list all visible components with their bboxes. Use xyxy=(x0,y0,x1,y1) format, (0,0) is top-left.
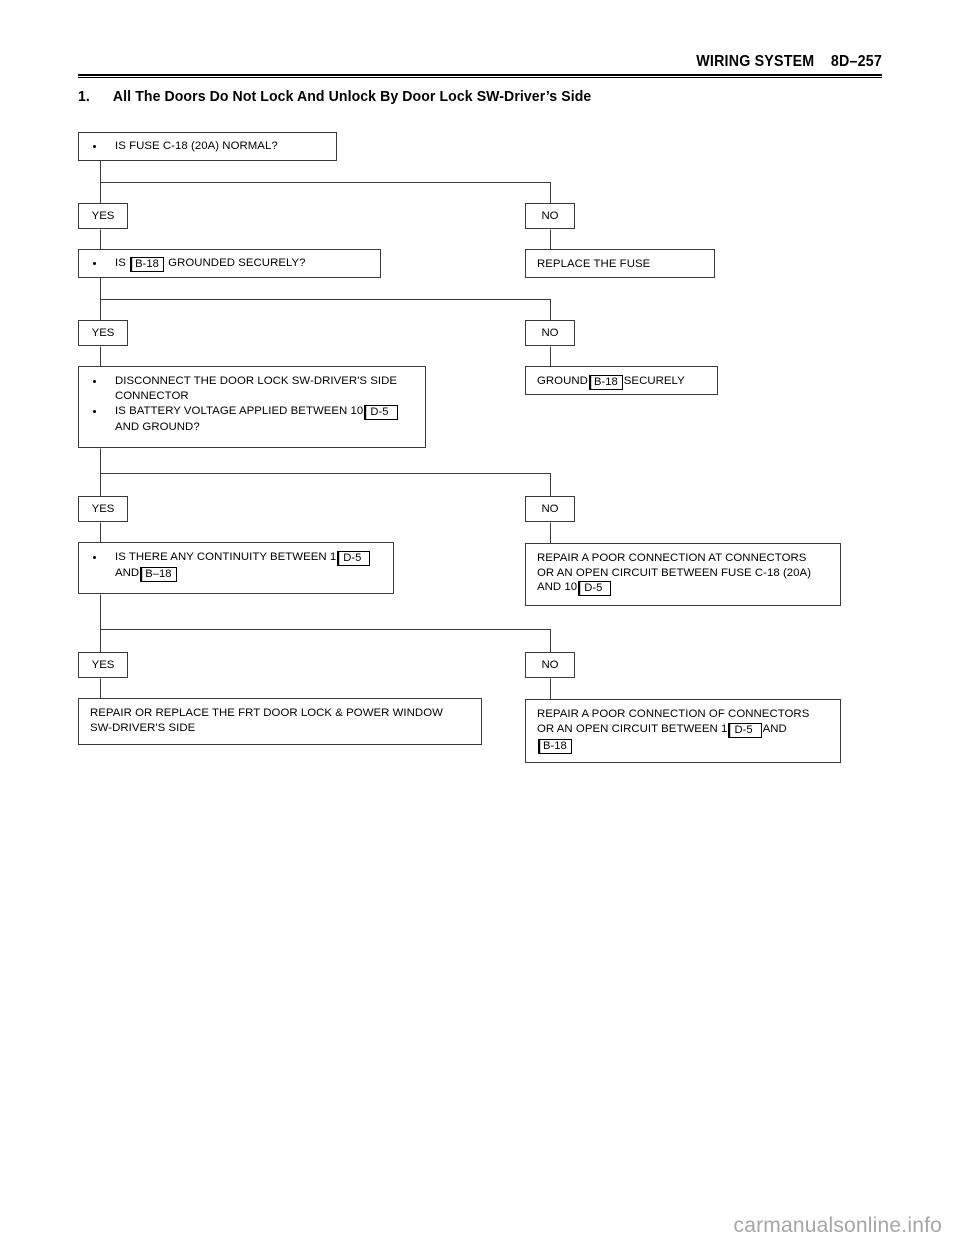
connector-chip-b18: B-18 xyxy=(538,738,572,754)
flow-node-a3[interactable]: REPAIR A POOR CONNECTION AT CONNECTORS O… xyxy=(525,543,841,606)
flow-node-a3-line-2: OR AN OPEN CIRCUIT BETWEEN FUSE C-18 (20… xyxy=(537,566,812,579)
connector-chip-b18: B–18 xyxy=(140,567,177,582)
flow-node-a3-l3-pre: AND 10 xyxy=(537,581,578,594)
branch-yes-4-label: YES xyxy=(91,659,115,671)
connector-chip-d5: D-5 xyxy=(364,405,398,421)
branch-yes-3[interactable]: YES xyxy=(78,496,128,522)
flow-node-a5-l2-pre: OR AN OPEN CIRCUIT BETWEEN 1 xyxy=(537,722,728,735)
flow-node-q2-post: GROUNDED SECURELY? xyxy=(168,257,306,269)
troubleshooting-flowchart: IS FUSE C-18 (20A) NORMAL? YES NO IS B-1… xyxy=(0,0,960,820)
flow-node-a1-line-1: REPLACE THE FUSE xyxy=(537,258,651,270)
flow-node-q3-bullets: DISCONNECT THE DOOR LOCK SW-DRIVER'S SID… xyxy=(89,374,417,435)
flow-node-a5-l2-post: AND xyxy=(762,722,787,735)
connector-chip-b18: B-18 xyxy=(588,375,623,390)
flow-node-q3-b2-pre: IS BATTERY VOLTAGE APPLIED BETWEEN 10 xyxy=(115,405,364,418)
flow-node-q1-line-1: IS FUSE C-18 (20A) NORMAL? xyxy=(89,139,328,154)
branch-yes-2[interactable]: YES xyxy=(78,320,128,346)
flow-node-a5[interactable]: REPAIR A POOR CONNECTION OF CONNECTORS O… xyxy=(525,699,841,763)
flow-node-a4[interactable]: REPAIR OR REPLACE THE FRT DOOR LOCK & PO… xyxy=(78,698,482,745)
branch-no-4[interactable]: NO xyxy=(525,652,575,678)
flow-node-q4-bullets: IS THERE ANY CONTINUITY BETWEEN 1 D-5 AND… xyxy=(89,550,385,582)
flow-node-q3-b2-post: AND GROUND? xyxy=(115,421,200,434)
branch-no-3-label: NO xyxy=(541,503,559,515)
flow-node-a5-line-2: OR AN OPEN CIRCUIT BETWEEN 1 D-5 AND xyxy=(537,722,830,738)
flow-node-a4-line-1: REPAIR OR REPLACE THE FRT DOOR LOCK & PO… xyxy=(90,707,443,719)
flow-node-a5-line-3: B-18 xyxy=(537,738,830,754)
flow-node-q3-b1-line1: DISCONNECT THE DOOR LOCK SW-DRIVER'S SID… xyxy=(115,375,398,387)
flow-node-q4-bullet-1: IS THERE ANY CONTINUITY BETWEEN 1 D-5 AND… xyxy=(89,550,385,582)
branch-no-2[interactable]: NO xyxy=(525,320,575,346)
branch-yes-2-label: YES xyxy=(91,327,115,339)
branch-no-4-label: NO xyxy=(541,659,559,671)
flow-node-q1[interactable]: IS FUSE C-18 (20A) NORMAL? xyxy=(78,132,337,161)
flow-node-q3-bullet-2: IS BATTERY VOLTAGE APPLIED BETWEEN 10 D-5… xyxy=(89,404,417,435)
branch-yes-1-label: YES xyxy=(91,210,115,222)
flow-node-q3-b1-line2: CONNECTOR xyxy=(115,389,189,402)
branch-no-3[interactable]: NO xyxy=(525,496,575,522)
branch-yes-3-label: YES xyxy=(91,503,115,515)
branch-no-2-label: NO xyxy=(541,327,559,339)
branch-yes-1[interactable]: YES xyxy=(78,203,128,229)
flow-node-q2-bullets: IS B-18 GROUNDED SECURELY? xyxy=(89,256,372,272)
connector-chip-d5: D-5 xyxy=(337,551,371,566)
flow-node-a3-line-1: REPAIR A POOR CONNECTION AT CONNECTORS xyxy=(537,552,807,564)
flow-node-q4[interactable]: IS THERE ANY CONTINUITY BETWEEN 1 D-5 AND… xyxy=(78,542,394,594)
flow-node-q2[interactable]: IS B-18 GROUNDED SECURELY? xyxy=(78,249,381,278)
flow-node-q3[interactable]: DISCONNECT THE DOOR LOCK SW-DRIVER'S SID… xyxy=(78,366,426,448)
flow-node-q3-bullet-1: DISCONNECT THE DOOR LOCK SW-DRIVER'S SID… xyxy=(89,374,417,403)
connector-chip-d5: D-5 xyxy=(578,581,612,597)
flow-node-a2-post: SECURELY xyxy=(623,375,685,387)
branch-yes-4[interactable]: YES xyxy=(78,652,128,678)
branch-no-1[interactable]: NO xyxy=(525,203,575,229)
flow-node-q1-bullets: IS FUSE C-18 (20A) NORMAL? xyxy=(89,139,328,154)
flow-node-a5-line-1: REPAIR A POOR CONNECTION OF CONNECTORS xyxy=(537,708,810,720)
site-watermark: carmanualsonline.info xyxy=(733,1214,942,1237)
flow-node-a4-line-2: SW-DRIVER'S SIDE xyxy=(90,721,196,734)
flow-node-a3-line-3: AND 10 D-5 xyxy=(537,580,830,597)
connector-chip-b18: B-18 xyxy=(130,257,164,272)
flow-node-q2-line-1: IS B-18 GROUNDED SECURELY? xyxy=(89,256,372,272)
connector-chip-d5: D-5 xyxy=(728,722,762,738)
branch-no-1-label: NO xyxy=(541,210,559,222)
flow-node-a2[interactable]: GROUND B-18 SECURELY xyxy=(525,366,718,395)
flow-node-a2-pre: GROUND xyxy=(537,375,588,387)
flow-node-q4-pre: IS THERE ANY CONTINUITY BETWEEN 1 xyxy=(115,551,337,563)
flow-node-a1[interactable]: REPLACE THE FUSE xyxy=(525,249,715,278)
flow-node-q4-mid: AND xyxy=(115,567,140,579)
flow-node-q2-pre: IS xyxy=(115,257,126,269)
